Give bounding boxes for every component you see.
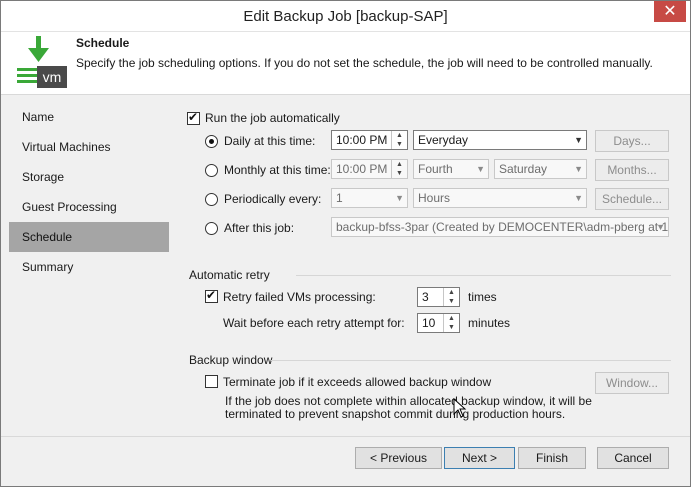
after-job-label: After this job: xyxy=(224,221,295,235)
monthly-week-select[interactable]: Fourth ▼ xyxy=(413,159,489,179)
previous-button[interactable]: < Previous xyxy=(355,447,442,469)
schedule-panel: Run the job automatically Daily at this … xyxy=(171,102,690,432)
sidebar-item-summary[interactable]: Summary xyxy=(9,252,169,282)
chevron-down-icon: ▼ xyxy=(656,222,665,232)
periodic-interval-value: 1 xyxy=(336,191,343,205)
chevron-down-icon: ▼ xyxy=(476,164,485,174)
veeam-vm-download-icon: vm xyxy=(17,36,67,88)
sidebar-item-name[interactable]: Name xyxy=(9,102,169,132)
spin-up-icon[interactable]: ▲ xyxy=(392,160,407,169)
close-button[interactable]: ✕ xyxy=(654,1,686,22)
retry-count-spinner[interactable]: ▲ ▼ xyxy=(443,288,459,306)
retry-unit-label: times xyxy=(468,290,497,304)
backup-window-info-line2: terminated to prevent snapshot commit du… xyxy=(225,407,566,421)
periodic-unit-select[interactable]: Hours ▼ xyxy=(413,188,587,208)
months-button[interactable]: Months... xyxy=(595,159,669,181)
daily-frequency-select[interactable]: Everyday ▼ xyxy=(413,130,587,150)
title-bar[interactable]: Edit Backup Job [backup-SAP] ✕ xyxy=(1,1,690,32)
chevron-down-icon: ▼ xyxy=(574,193,583,203)
backup-window-heading: Backup window xyxy=(189,353,273,367)
daily-time-value: 10:00 PM xyxy=(336,133,388,147)
spin-down-icon[interactable]: ▼ xyxy=(444,323,459,332)
run-automatically-label: Run the job automatically xyxy=(205,111,340,125)
step-description: Specify the job scheduling options. If y… xyxy=(76,56,653,70)
wait-unit-label: minutes xyxy=(468,316,511,330)
daily-label: Daily at this time: xyxy=(224,134,316,148)
step-title: Schedule xyxy=(76,36,130,50)
spin-down-icon[interactable]: ▼ xyxy=(392,140,407,149)
monthly-time-spinner[interactable]: ▲ ▼ xyxy=(391,160,407,178)
mouse-cursor-icon xyxy=(453,398,467,418)
after-job-radio[interactable] xyxy=(205,222,218,235)
window-button[interactable]: Window... xyxy=(595,372,669,394)
cancel-button[interactable]: Cancel xyxy=(597,447,669,469)
svg-text:vm: vm xyxy=(43,69,62,85)
after-job-value: backup-bfss-3par (Created by DEMOCENTER\… xyxy=(336,220,669,234)
daily-frequency-value: Everyday xyxy=(418,133,469,147)
monthly-time-value: 10:00 PM xyxy=(336,162,388,176)
spin-up-icon[interactable]: ▲ xyxy=(444,288,459,297)
spin-down-icon[interactable]: ▼ xyxy=(444,297,459,306)
run-automatically-checkbox[interactable] xyxy=(187,110,200,125)
monthly-label: Monthly at this time: xyxy=(224,163,331,177)
periodic-interval-select[interactable]: 1 ▼ xyxy=(331,188,408,208)
daily-radio[interactable] xyxy=(205,135,218,148)
finish-button[interactable]: Finish xyxy=(518,447,586,469)
after-job-select[interactable]: backup-bfss-3par (Created by DEMOCENTER\… xyxy=(331,217,669,237)
close-icon: ✕ xyxy=(663,3,677,20)
monthly-day-select[interactable]: Saturday ▼ xyxy=(494,159,587,179)
wizard-footer: < Previous Next > Finish Cancel xyxy=(1,436,690,487)
window-title: Edit Backup Job [backup-SAP] xyxy=(243,8,448,25)
section-divider xyxy=(271,360,671,361)
spin-down-icon[interactable]: ▼ xyxy=(392,169,407,178)
retry-failed-label: Retry failed VMs processing: xyxy=(223,290,376,304)
periodically-radio[interactable] xyxy=(205,193,218,206)
chevron-down-icon: ▼ xyxy=(395,193,404,203)
schedule-button[interactable]: Schedule... xyxy=(595,188,669,210)
wait-minutes-input[interactable]: 10 ▲ ▼ xyxy=(417,313,460,333)
wait-minutes-spinner[interactable]: ▲ ▼ xyxy=(443,314,459,332)
daily-time-input[interactable]: 10:00 PM ▲ ▼ xyxy=(331,130,408,150)
periodically-label: Periodically every: xyxy=(224,192,322,206)
chevron-down-icon: ▼ xyxy=(574,164,583,174)
periodic-unit-value: Hours xyxy=(418,191,451,205)
monthly-radio[interactable] xyxy=(205,164,218,177)
monthly-time-input[interactable]: 10:00 PM ▲ ▼ xyxy=(331,159,408,179)
days-button[interactable]: Days... xyxy=(595,130,669,152)
wizard-sidebar: Name Virtual Machines Storage Guest Proc… xyxy=(9,102,169,282)
next-button[interactable]: Next > xyxy=(444,447,515,469)
spin-up-icon[interactable]: ▲ xyxy=(392,131,407,140)
terminate-job-checkbox[interactable] xyxy=(205,375,218,388)
retry-failed-checkbox[interactable] xyxy=(205,288,218,303)
dialog-window: Edit Backup Job [backup-SAP] ✕ vm Schedu… xyxy=(0,0,691,487)
retry-count-value: 3 xyxy=(422,290,429,304)
monthly-day-value: Saturday xyxy=(499,162,548,176)
automatic-retry-heading: Automatic retry xyxy=(189,268,270,282)
wait-retry-label: Wait before each retry attempt for: xyxy=(223,316,405,330)
chevron-down-icon: ▼ xyxy=(574,135,583,145)
sidebar-item-storage[interactable]: Storage xyxy=(9,162,169,192)
terminate-job-label: Terminate job if it exceeds allowed back… xyxy=(223,375,492,389)
step-header: vm Schedule Specify the job scheduling o… xyxy=(1,32,690,95)
spin-up-icon[interactable]: ▲ xyxy=(444,314,459,323)
daily-time-spinner[interactable]: ▲ ▼ xyxy=(391,131,407,149)
section-divider xyxy=(296,275,671,276)
sidebar-item-virtual-machines[interactable]: Virtual Machines xyxy=(9,132,169,162)
sidebar-item-guest-processing[interactable]: Guest Processing xyxy=(9,192,169,222)
retry-count-input[interactable]: 3 ▲ ▼ xyxy=(417,287,460,307)
wait-minutes-value: 10 xyxy=(422,316,436,330)
sidebar-item-schedule[interactable]: Schedule xyxy=(9,222,169,252)
monthly-week-value: Fourth xyxy=(418,162,453,176)
